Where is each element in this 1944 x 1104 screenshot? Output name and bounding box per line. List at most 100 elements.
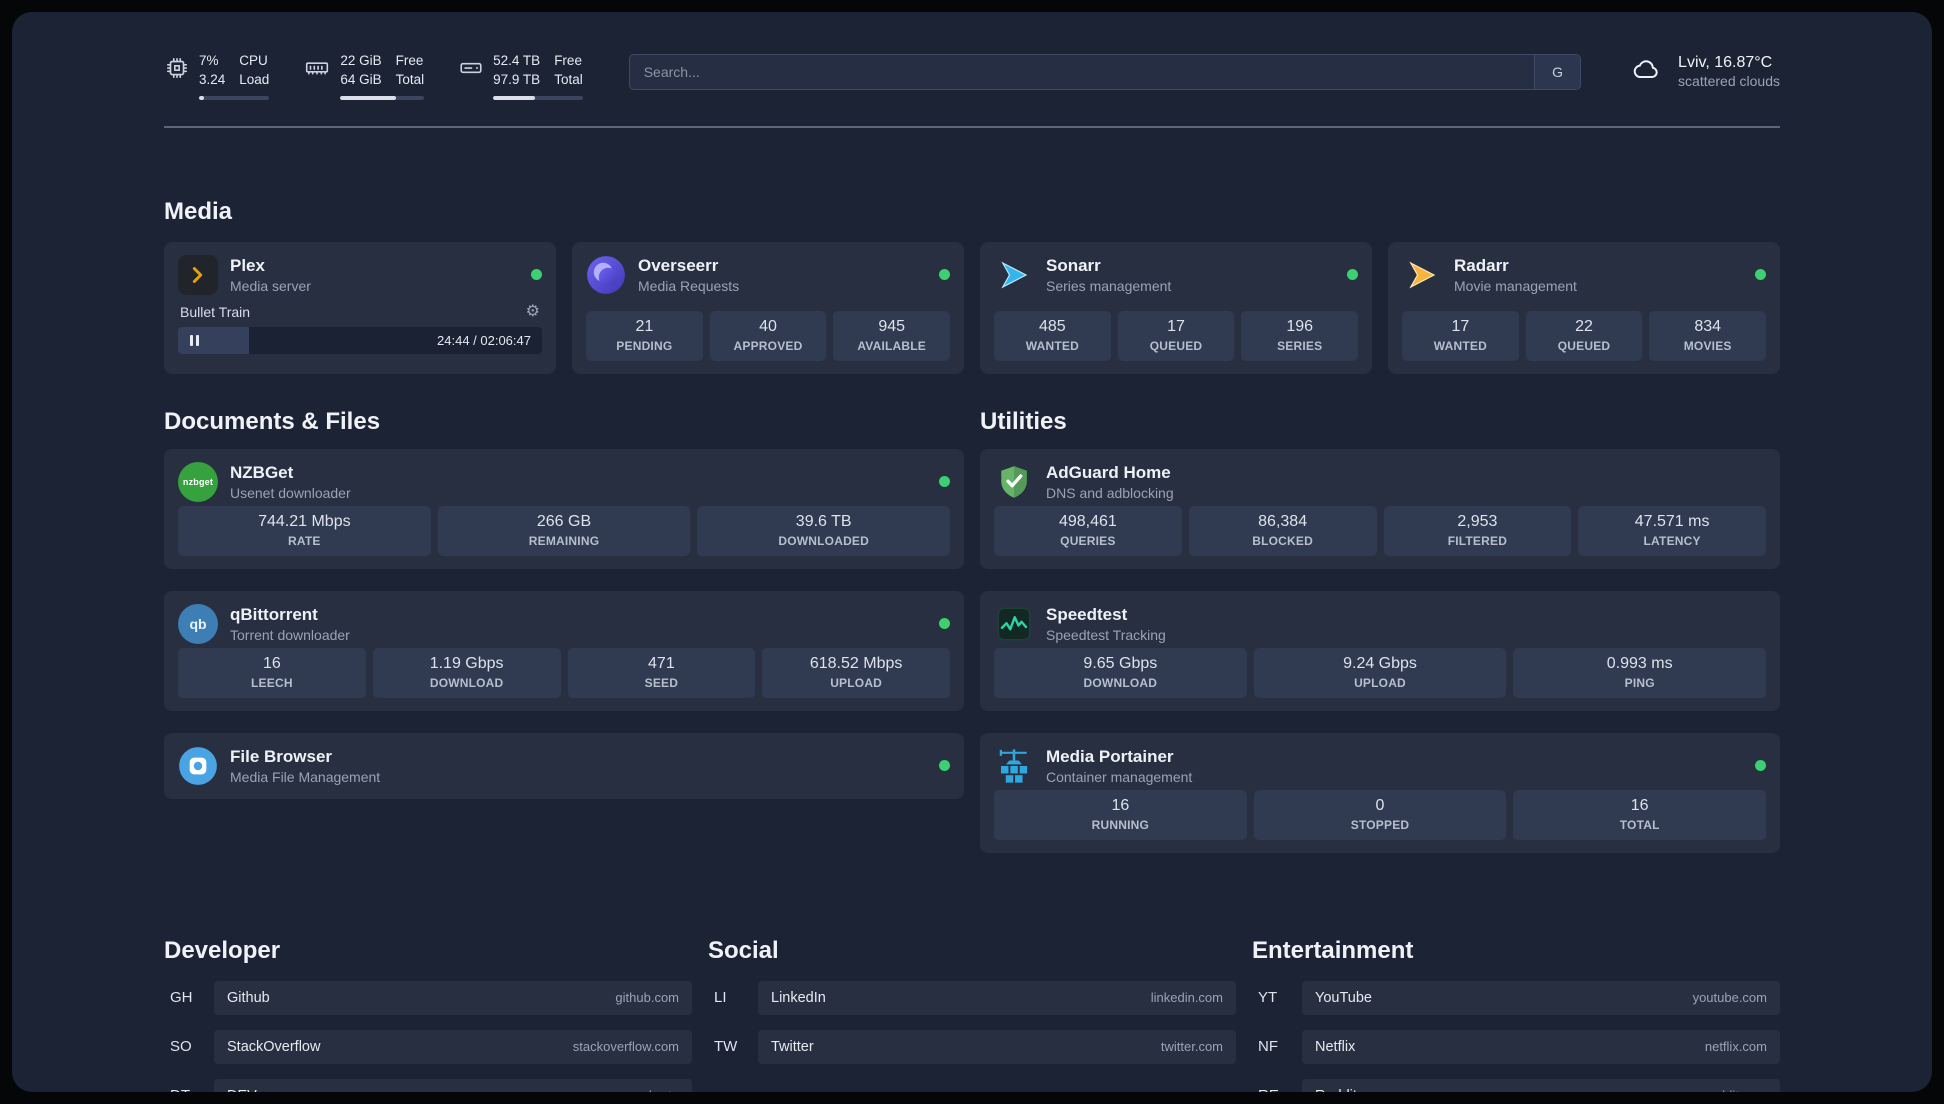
section-title-documents: Documents & Files	[164, 407, 381, 435]
bookmark-link-youtube[interactable]: YouTube youtube.com	[1302, 980, 1780, 1015]
cpu-progress-track	[199, 95, 270, 100]
bookmark-link-linkedin[interactable]: LinkedIn linkedin.com	[758, 980, 1236, 1015]
stat-value: 86,384	[1258, 512, 1308, 530]
app-name: Overseerr	[638, 255, 719, 275]
dashboard-root: 7% 3.24 CPU Load 22 GiB 64 GiB Free Tota…	[12, 12, 1932, 1092]
cpu-percent: 7%	[199, 53, 219, 68]
bookmark-link-netflix[interactable]: Netflix netflix.com	[1302, 1029, 1780, 1064]
stat-tile-leech: 16 LEECH	[178, 647, 366, 698]
stat-tiles: 21 PENDING 40 APPROVED 945 AVAILABLE	[586, 310, 951, 361]
stat-value: 22	[1575, 317, 1593, 335]
bookmark-abbr: SO	[170, 1038, 192, 1056]
bookmark-url: linkedin.com	[1150, 990, 1223, 1006]
stat-label: QUERIES	[1060, 533, 1116, 548]
disk-stats: 52.4 TB 97.9 TB Free Total	[493, 52, 583, 100]
stat-label: WANTED	[1025, 338, 1079, 353]
pause-icon[interactable]	[190, 334, 199, 346]
media-card-row: Plex Media server Bullet Train ⚙ 24:44 /…	[164, 241, 1780, 374]
section-title-social: Social	[708, 936, 779, 964]
app-card-plex[interactable]: Plex Media server Bullet Train ⚙ 24:44 /…	[164, 241, 556, 374]
stat-label: WANTED	[1433, 338, 1487, 353]
stat-tile-download: 9.65 Gbps DOWNLOAD	[994, 647, 1247, 698]
stat-value: 17	[1451, 317, 1470, 335]
weather-location: Lviv, 16.87°C	[1678, 54, 1773, 71]
app-card-adguard[interactable]: AdGuard Home DNS and adblocking 498,461 …	[980, 448, 1780, 569]
app-name: Speedtest	[1046, 604, 1128, 624]
section-utilities: Utilities AdGuard Home DNS and adblockin…	[980, 408, 1780, 875]
topbar: 7% 3.24 CPU Load 22 GiB 64 GiB Free Tota…	[164, 12, 1780, 100]
ram-progress-fill	[340, 95, 396, 100]
ram-label-1: Free	[395, 53, 424, 68]
stat-label: RUNNING	[1091, 817, 1150, 832]
app-subtitle: Container management	[1046, 768, 1193, 785]
stat-tiles: 485 WANTED 17 QUEUED 196 SERIES	[994, 310, 1359, 361]
stat-value: 21	[635, 317, 654, 335]
bookmark-link-dev[interactable]: DEV dev.to	[214, 1078, 692, 1092]
card-header: qb qBittorrent Torrent downloader	[178, 603, 950, 644]
disk-label-2: Total	[554, 71, 583, 87]
bookmark-abbr: GH	[170, 989, 193, 1007]
stat-value: 485	[1038, 317, 1066, 335]
app-card-overseerr[interactable]: Overseerr Media Requests 21 PENDING 40 A…	[572, 241, 964, 374]
stat-value: 16	[262, 654, 281, 672]
disk-widget: 52.4 TB 97.9 TB Free Total	[458, 52, 583, 100]
app-subtitle: Torrent downloader	[230, 626, 350, 643]
stat-value: 0.993 ms	[1606, 654, 1673, 672]
bookmark-link-stackoverflow[interactable]: StackOverflow stackoverflow.com	[214, 1029, 692, 1064]
gear-icon[interactable]: ⚙	[526, 303, 540, 320]
stat-value: 16	[1111, 796, 1130, 814]
search-input[interactable]	[629, 64, 1535, 80]
status-dot	[1347, 269, 1358, 281]
app-subtitle: Speedtest Tracking	[1046, 626, 1166, 643]
stat-label: MOVIES	[1683, 338, 1732, 353]
app-name: File Browser	[230, 746, 333, 766]
disk-total-value: 97.9 TB	[493, 71, 541, 87]
stat-tiles: 17 WANTED 22 QUEUED 834 MOVIES	[1402, 310, 1767, 361]
status-dot	[939, 476, 950, 488]
app-card-filebrowser[interactable]: File Browser Media File Management	[164, 732, 964, 799]
bookmark-url: github.com	[615, 990, 679, 1006]
stat-value: 196	[1286, 317, 1314, 335]
stat-tile-total: 16 TOTAL	[1513, 789, 1767, 840]
card-header: Radarr Movie management	[1402, 255, 1766, 295]
stat-value: 16	[1630, 796, 1649, 814]
app-name: Sonarr	[1046, 255, 1101, 275]
app-card-portainer[interactable]: Media Portainer Container management 16 …	[980, 732, 1780, 853]
stat-label: LEECH	[251, 675, 293, 690]
bookmark-name: DEV	[227, 1088, 257, 1092]
card-header: Plex Media server	[178, 254, 542, 295]
app-card-qbittorrent[interactable]: qb qBittorrent Torrent downloader 16 LEE…	[164, 590, 964, 711]
cpu-load-value: 3.24	[199, 71, 226, 87]
ram-widget: 22 GiB 64 GiB Free Total	[303, 52, 425, 100]
stat-tile-ping: 0.993 ms PING	[1513, 647, 1767, 698]
bookmark-abbr: DT	[164, 1087, 214, 1092]
bookmark-group-developer: Developer GH Github github.com SO StackO…	[164, 937, 692, 1092]
stat-tile-remaining: 266 GB REMAINING	[437, 505, 691, 556]
app-card-nzbget[interactable]: nzbget NZBGet Usenet downloader 744.21 M…	[164, 448, 964, 569]
stat-value: 0	[1375, 796, 1385, 814]
disk-free-value: 52.4 TB	[493, 53, 541, 68]
bookmark-url: dev.to	[645, 1088, 679, 1092]
card-header: File Browser Media File Management	[178, 746, 950, 786]
bookmark-link-github[interactable]: Github github.com	[214, 980, 692, 1015]
app-card-speedtest[interactable]: Speedtest Speedtest Tracking 9.65 Gbps D…	[980, 590, 1780, 711]
card-header: Speedtest Speedtest Tracking	[994, 604, 1766, 644]
sonarr-icon	[994, 255, 1034, 295]
disk-icon	[458, 55, 484, 86]
app-card-radarr[interactable]: Radarr Movie management 17 WANTED 22 QUE…	[1388, 241, 1780, 374]
search-engine-button[interactable]: G	[1534, 55, 1581, 89]
status-dot	[939, 618, 950, 630]
bookmark-link-reddit[interactable]: Reddit reddit.com	[1302, 1078, 1780, 1092]
status-dot	[1755, 269, 1766, 281]
stat-label: DOWNLOAD	[429, 675, 504, 690]
nzbget-icon: nzbget	[178, 461, 218, 502]
player-progress-bar[interactable]: 24:44 / 02:06:47	[178, 326, 542, 354]
bookmark-url: reddit.com	[1706, 1088, 1767, 1092]
stat-tile-queued: 22 QUEUED	[1525, 310, 1643, 361]
bookmark-row: YT YouTube youtube.com	[1252, 980, 1780, 1015]
bookmark-link-twitter[interactable]: Twitter twitter.com	[758, 1029, 1236, 1064]
app-card-sonarr[interactable]: Sonarr Series management 485 WANTED 17 Q…	[980, 241, 1372, 374]
bookmark-name: Twitter	[771, 1038, 814, 1055]
stat-tile-filtered: 2,953 FILTERED	[1383, 505, 1572, 556]
stat-tile-blocked: 86,384 BLOCKED	[1188, 505, 1377, 556]
